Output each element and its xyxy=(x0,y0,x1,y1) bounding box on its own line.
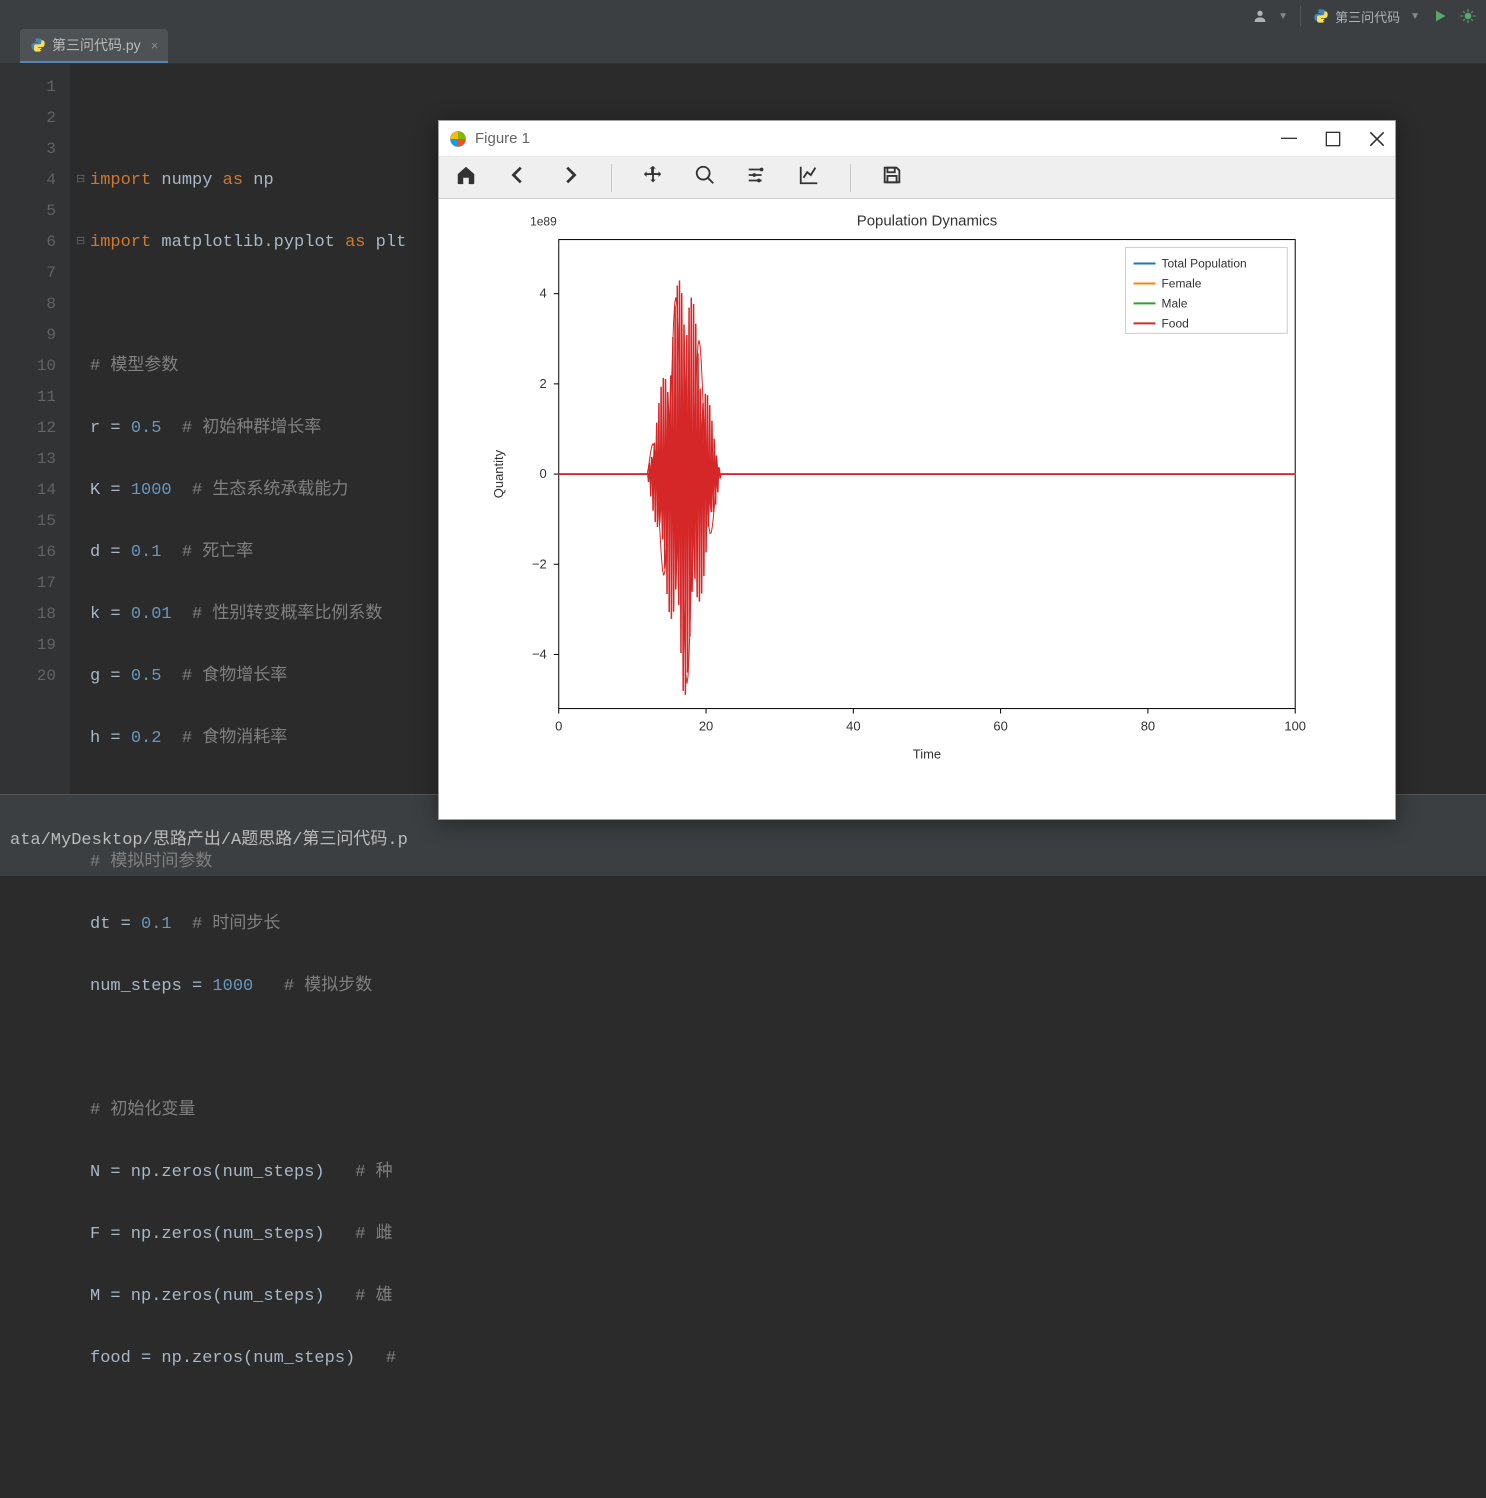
run-config-name: 第三问代码 xyxy=(1335,7,1400,26)
code-editor[interactable]: ⊟import numpy as np ⊟import matplotlib.p… xyxy=(70,64,1486,794)
chevron-down-icon: ▼ xyxy=(1278,11,1288,22)
line-number-gutter: 1234567891011121314151617181920 xyxy=(0,64,70,794)
bug-icon xyxy=(1460,8,1476,24)
play-icon xyxy=(1432,8,1448,24)
user-icon xyxy=(1252,8,1268,24)
file-tab[interactable]: 第三问代码.py × xyxy=(20,29,168,63)
python-icon xyxy=(30,37,46,53)
close-tab-icon[interactable]: × xyxy=(151,38,159,53)
run-button[interactable] xyxy=(1432,8,1448,24)
python-icon xyxy=(1313,8,1329,24)
debug-button[interactable] xyxy=(1460,8,1476,24)
ide-top-toolbar: ▼ 第三问代码 ▼ xyxy=(0,0,1486,32)
editor-tabs-bar: 第三问代码.py × xyxy=(0,32,1486,64)
run-config-selector[interactable]: 第三问代码 ▼ xyxy=(1313,7,1420,26)
user-menu[interactable]: ▼ xyxy=(1252,8,1288,24)
editor-area: 1234567891011121314151617181920 ⊟import … xyxy=(0,64,1486,794)
tab-filename: 第三问代码.py xyxy=(52,35,141,55)
chevron-down-icon: ▼ xyxy=(1410,11,1420,22)
